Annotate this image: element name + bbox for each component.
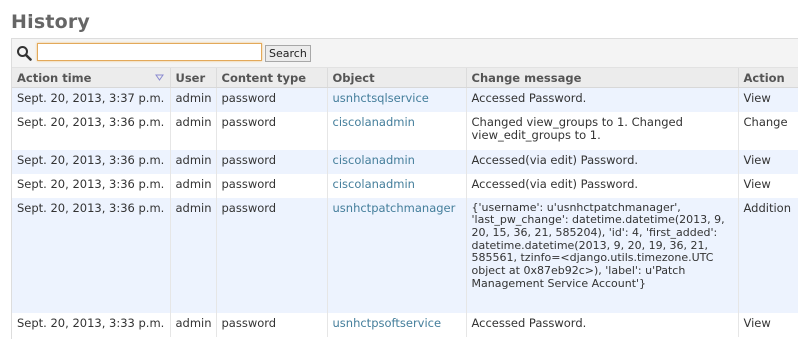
cell-user: admin [169,173,216,198]
cell-content-type: password [215,87,327,112]
cell-user: admin [169,312,216,337]
cell-content-type: password [215,197,327,313]
column-header-change-message[interactable]: Change message [465,68,738,88]
cell-change-message: {'username': u'usnhctpatchmanager', 'las… [465,197,738,313]
column-label: Action time [17,70,92,85]
search-bar: Search [12,39,798,68]
cell-action-time: Sept. 20, 2013, 3:33 p.m. [12,312,170,337]
cell-change-message: Accessed(via edit) Password. [465,173,738,198]
cell-content-type: password [215,312,327,337]
column-header-user[interactable]: User [169,68,216,88]
cell-object: ciscolanadmin [326,149,466,174]
sort-desc-icon[interactable] [154,73,164,82]
history-table: Action time User Content type Object Cha… [12,68,798,337]
column-label: User [175,70,206,85]
column-label: Action [743,70,785,85]
table-header-row: Action time User Content type Object Cha… [12,68,798,88]
table-row: Sept. 20, 2013, 3:36 p.m. admin password… [12,173,798,198]
cell-action-time: Sept. 20, 2013, 3:36 p.m. [12,197,170,313]
cell-action-time: Sept. 20, 2013, 3:36 p.m. [12,173,170,198]
cell-user: admin [169,197,216,313]
column-header-action[interactable]: Action [737,68,798,88]
cell-action: Change [737,111,798,150]
table-row: Sept. 20, 2013, 3:33 p.m. admin password… [12,312,798,337]
cell-change-message: Accessed Password. [465,87,738,112]
cell-action-time: Sept. 20, 2013, 3:37 p.m. [12,87,170,112]
cell-change-message: Accessed(via edit) Password. [465,149,738,174]
table-row: Sept. 20, 2013, 3:36 p.m. admin password… [12,197,798,313]
object-link[interactable]: usnhctpsoftservice [333,316,442,330]
history-panel: Search Action time User Content type Obj… [11,38,798,339]
column-header-object[interactable]: Object [326,68,466,88]
object-link[interactable]: ciscolanadmin [333,153,415,167]
cell-action-time: Sept. 20, 2013, 3:36 p.m. [12,111,170,150]
cell-change-message: Accessed Password. [465,312,738,337]
cell-action-time: Sept. 20, 2013, 3:36 p.m. [12,149,170,174]
cell-content-type: password [215,173,327,198]
object-link[interactable]: usnhctpatchmanager [333,201,456,215]
cell-user: admin [169,111,216,150]
cell-action: View [737,87,798,112]
cell-action: View [737,149,798,174]
cell-content-type: password [215,149,327,174]
cell-object: ciscolanadmin [326,111,466,150]
object-link[interactable]: usnhctsqlservice [333,91,429,105]
object-link[interactable]: ciscolanadmin [333,177,415,191]
cell-action: Addition [737,197,798,313]
cell-action: View [737,312,798,337]
column-label: Content type [221,70,307,85]
column-header-action-time[interactable]: Action time [12,68,170,88]
cell-user: admin [169,149,216,174]
cell-user: admin [169,87,216,112]
cell-object: usnhctsqlservice [326,87,466,112]
cell-object: ciscolanadmin [326,173,466,198]
table-row: Sept. 20, 2013, 3:37 p.m. admin password… [12,87,798,112]
page-title: History [11,11,91,33]
cell-object: usnhctpsoftservice [326,312,466,337]
column-label: Change message [471,70,582,85]
magnifier-icon [17,46,32,61]
column-label: Object [332,70,375,85]
cell-object: usnhctpatchmanager [326,197,466,313]
object-link[interactable]: ciscolanadmin [333,115,415,129]
column-header-content-type[interactable]: Content type [215,68,327,88]
search-input[interactable] [37,43,262,61]
search-button[interactable]: Search [265,45,311,62]
cell-content-type: password [215,111,327,150]
table-row: Sept. 20, 2013, 3:36 p.m. admin password… [12,111,798,150]
table-row: Sept. 20, 2013, 3:36 p.m. admin password… [12,149,798,174]
cell-change-message: Changed view_groups to 1. Changed view_e… [465,111,738,150]
cell-action: View [737,173,798,198]
